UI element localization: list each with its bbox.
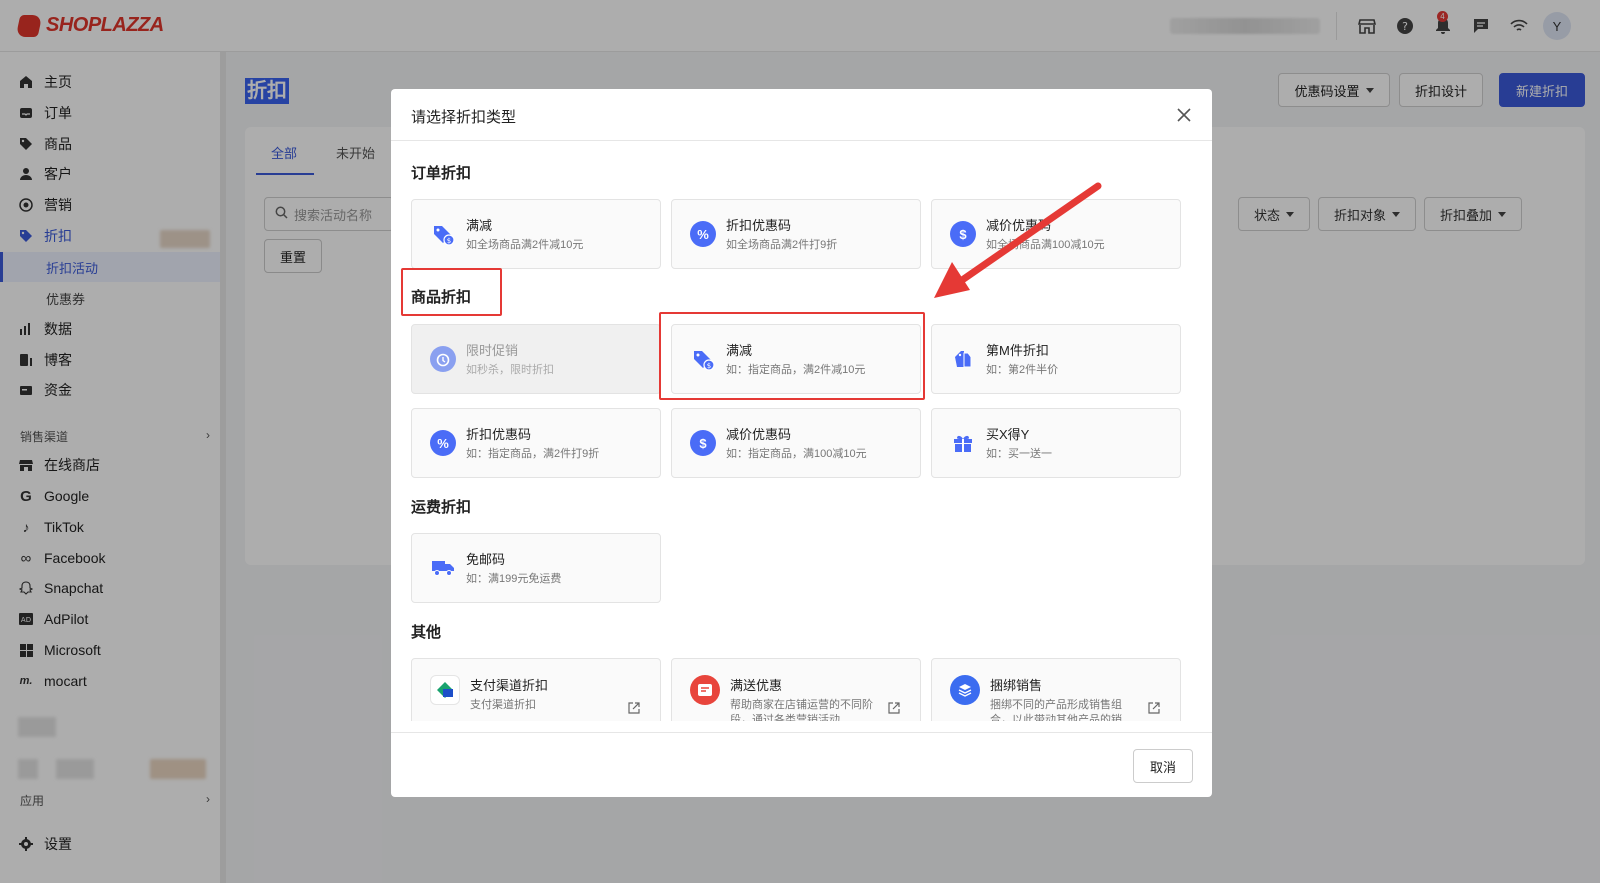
annotation-arrow-icon	[934, 182, 1102, 298]
